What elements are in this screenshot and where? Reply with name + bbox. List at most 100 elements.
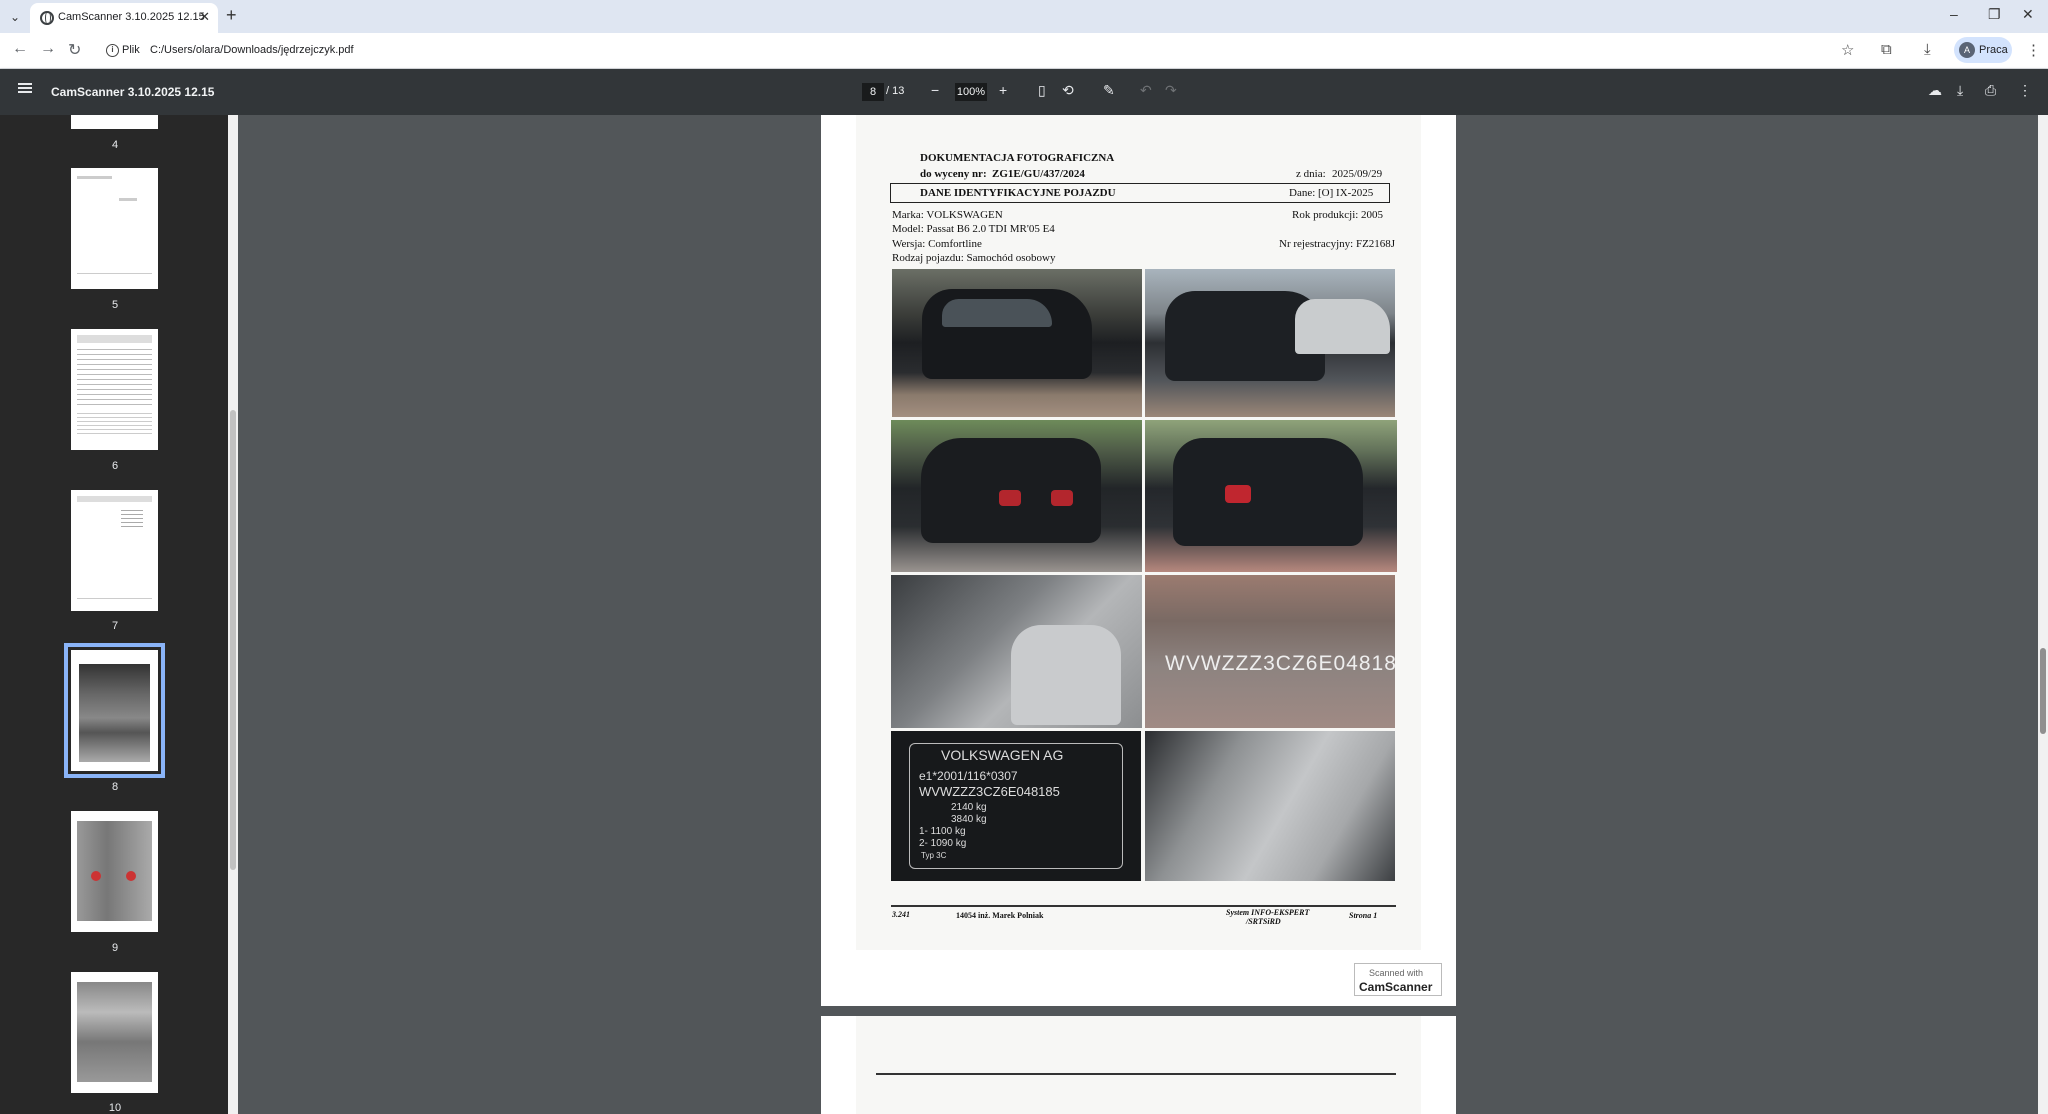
field-model: Model: Passat B6 2.0 TDI MR'05 E4: [892, 223, 1055, 235]
info-icon[interactable]: i: [106, 44, 119, 57]
photo-interior-front: [891, 575, 1142, 728]
sidebar-scrollbar-thumb[interactable]: [230, 410, 236, 870]
thumbnail-page-6[interactable]: [71, 329, 158, 450]
field-marka: Marka: VOLKSWAGEN: [892, 209, 1003, 221]
browser-tab-bar: ⌄ CamScanner 3.10.2025 12.15 ✕ + – ❐ ✕: [0, 0, 2048, 33]
footer-line: [891, 905, 1396, 907]
undo-icon[interactable]: ↶: [1140, 82, 1152, 99]
page-total: / 13: [886, 85, 905, 97]
restore-icon[interactable]: ❐: [1988, 6, 2001, 23]
plate-line-8: Typ 3C: [921, 851, 947, 860]
profile-name: Praca: [1979, 44, 2008, 56]
annotate-icon[interactable]: ✎: [1103, 82, 1115, 99]
field-nr-rej: Nr rejestracyjny: FZ2168J: [1279, 238, 1396, 250]
footer-page: Strona 1: [1349, 911, 1378, 920]
plate-line-2: e1*2001/116*0307: [919, 769, 1018, 783]
tab-title: CamScanner 3.10.2025 12.15: [58, 11, 205, 23]
doc-date: 2025/09/29: [1332, 168, 1383, 180]
photo-vin-engraving: WVWZZZ3CZ6E048185: [1145, 575, 1395, 728]
thumbnail-page-4[interactable]: [71, 115, 158, 129]
photo-id-plate: VOLKSWAGEN AG e1*2001/116*0307 WVWZZZ3CZ…: [891, 731, 1141, 881]
badge-top-text: Scanned with: [1369, 968, 1424, 978]
thumbnail-page-9[interactable]: [71, 811, 158, 932]
hamburger-menu-icon[interactable]: [18, 83, 32, 85]
tab-list-chevron-icon[interactable]: ⌄: [6, 8, 24, 26]
plate-line-4: 2140 kg: [951, 802, 987, 813]
url-scheme-label: Plik: [122, 44, 140, 56]
thumbnail-number: 6: [111, 460, 119, 472]
thumbnail-number: 9: [111, 942, 119, 954]
avatar: A: [1959, 42, 1975, 58]
plate-line-7: 2- 1090 kg: [919, 838, 967, 849]
plate-line-6: 1- 1100 kg: [919, 826, 966, 837]
forward-arrow-icon[interactable]: →: [40, 40, 56, 58]
thumbnail-page-5[interactable]: [71, 168, 158, 289]
globe-icon: [40, 11, 54, 25]
footer-system: System INFO-EKSPERT: [1226, 908, 1310, 917]
browser-tab[interactable]: CamScanner 3.10.2025 12.15 ✕: [30, 3, 218, 33]
pdf-toolbar: CamScanner 3.10.2025 12.15 8 / 13 − 100%…: [0, 69, 2048, 115]
browser-toolbar: ← → ↻ i Plik C:/Users/olara/Downloads/ję…: [0, 33, 2048, 69]
photo-interior-rear: [1145, 731, 1395, 881]
bookmark-star-icon[interactable]: ☆: [1841, 41, 1854, 59]
photo-front-left: [892, 269, 1142, 417]
reload-icon[interactable]: ↻: [68, 40, 81, 60]
pdf-page-8: DOKUMENTACJA FOTOGRAFICZNA do wyceny nr:…: [821, 115, 1456, 1006]
footer-author: 14054 inż. Marek Polniak: [956, 911, 1044, 920]
photo-rear-left: [891, 420, 1142, 572]
thumbnail-number: 5: [111, 299, 119, 311]
browser-menu-icon[interactable]: ⋮: [2026, 41, 2041, 59]
more-options-icon[interactable]: ⋮: [2018, 82, 2032, 99]
thumbnail-page-7[interactable]: [71, 490, 158, 611]
close-tab-icon[interactable]: ✕: [199, 9, 210, 25]
redo-icon[interactable]: ↷: [1165, 82, 1177, 99]
document-scrollbar[interactable]: [2038, 115, 2048, 1114]
new-tab-icon[interactable]: +: [226, 5, 237, 26]
photo-rear-right: [1145, 420, 1397, 572]
valuation-number: ZG1E/GU/437/2024: [992, 168, 1085, 180]
zoom-input[interactable]: 100%: [955, 83, 987, 101]
back-arrow-icon[interactable]: ←: [12, 40, 28, 58]
badge-bottom-text: CamScanner: [1359, 980, 1433, 994]
field-wersja: Wersja: Comfortline: [892, 238, 982, 250]
extensions-icon[interactable]: ⧉: [1881, 41, 1892, 58]
date-label: z dnia:: [1296, 168, 1326, 180]
thumbnail-number: 7: [111, 620, 119, 632]
fit-page-icon[interactable]: ▯: [1038, 82, 1046, 99]
close-window-icon[interactable]: ✕: [2022, 6, 2034, 23]
zoom-out-icon[interactable]: −: [931, 82, 939, 98]
data-label: Dane: [O] IX-2025: [1289, 187, 1374, 199]
rotate-icon[interactable]: ⟲: [1062, 82, 1074, 99]
thumbnail-number: 4: [111, 139, 119, 151]
page-number-input[interactable]: 8: [862, 83, 884, 101]
download-icon[interactable]: ⤓: [1957, 82, 1963, 99]
camscanner-badge: Scanned with CamScanner: [1354, 963, 1442, 996]
address-bar[interactable]: i Plik C:/Users/olara/Downloads/jędrzejc…: [100, 37, 1910, 65]
valuation-label: do wyceny nr:: [920, 168, 987, 180]
doc-header: DOKUMENTACJA FOTOGRAFICZNA: [920, 152, 1115, 164]
thumbnail-sidebar: 4 5 6 7 8 9 10: [0, 115, 238, 1114]
profile-button[interactable]: A Praca: [1954, 37, 2012, 63]
thumbnail-number: 8: [111, 781, 119, 793]
plate-line-1: VOLKSWAGEN AG: [941, 747, 1064, 763]
thumbnail-page-8[interactable]: [64, 643, 165, 778]
pdf-page-9-preview: [821, 1016, 1456, 1114]
zoom-in-icon[interactable]: +: [999, 82, 1007, 98]
scanned-document: DOKUMENTACJA FOTOGRAFICZNA do wyceny nr:…: [856, 115, 1421, 950]
thumbnail-number: 10: [108, 1102, 122, 1114]
print-icon[interactable]: ⎙: [1985, 82, 1996, 99]
field-rodzaj: Rodzaj pojazdu: Samochód osobowy: [892, 252, 1056, 264]
downloads-icon[interactable]: ⤓: [1924, 41, 1931, 58]
document-scrollbar-thumb[interactable]: [2040, 648, 2046, 734]
document-title: CamScanner 3.10.2025 12.15: [51, 85, 215, 99]
drive-save-icon[interactable]: ☁: [1928, 82, 1942, 99]
field-rok: Rok produkcji: 2005: [1292, 209, 1384, 221]
plate-line-3: WVWZZZ3CZ6E048185: [919, 784, 1060, 799]
footer-code: 3.241: [892, 910, 910, 919]
minimize-icon[interactable]: –: [1950, 6, 1958, 22]
plate-line-5: 3840 kg: [951, 814, 987, 825]
url-text[interactable]: C:/Users/olara/Downloads/jędrzejczyk.pdf: [150, 44, 354, 56]
footer-system-2: /SRTSiRD: [1246, 917, 1281, 926]
vin-engraving-text: WVWZZZ3CZ6E048185: [1165, 652, 1395, 675]
thumbnail-page-10[interactable]: [71, 972, 158, 1093]
